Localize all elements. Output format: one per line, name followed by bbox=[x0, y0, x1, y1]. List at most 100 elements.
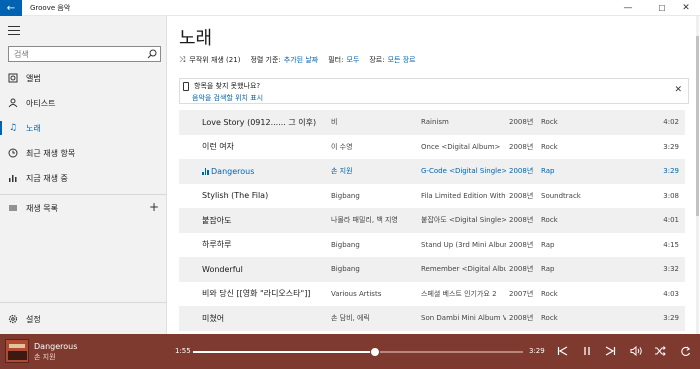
table-row[interactable]: Dangerous 손 지원 G-Code <Digital Single> 2… bbox=[179, 159, 685, 184]
song-year: 2008년 bbox=[509, 118, 534, 127]
hamburger-menu-icon[interactable] bbox=[8, 26, 20, 36]
song-artist[interactable]: 비 bbox=[331, 117, 411, 127]
song-artist[interactable]: Bigbang bbox=[331, 192, 411, 200]
close-icon[interactable]: ✕ bbox=[674, 85, 682, 95]
table-row[interactable]: 이런 여자 이 수영 Once <Digital Album> 2008년 Ro… bbox=[179, 135, 685, 160]
notice-banner: 항목을 찾지 못했나요? 음악을 검색할 위치 표시 ✕ bbox=[179, 78, 689, 104]
page-title: 노래 bbox=[179, 28, 213, 49]
song-album[interactable]: Fila Limited Edition With Bi bbox=[421, 192, 506, 200]
seek-bar-fill bbox=[193, 351, 375, 353]
table-row[interactable]: Stylish (The Fila) Bigbang Fila Limited … bbox=[179, 184, 685, 209]
notice-title: 항목을 찾지 못했나요? bbox=[194, 82, 261, 90]
clock-icon bbox=[8, 148, 18, 158]
song-artist[interactable]: 나몰라 패밀리, 백 지영 bbox=[331, 215, 411, 225]
table-row[interactable]: Love Story (0912...... 그 이후) 비 Rainism 2… bbox=[179, 110, 685, 135]
table-row[interactable]: 미쳤어 손 담비, 에릭 Son Dambi Mini Album Vo 200… bbox=[179, 306, 685, 331]
gear-icon bbox=[8, 314, 18, 324]
filter-label: 필터: bbox=[328, 56, 344, 64]
shuffle-button[interactable] bbox=[651, 342, 669, 360]
now-playing-title[interactable]: Dangerous bbox=[34, 342, 77, 351]
sidebar-divider bbox=[0, 194, 167, 195]
song-album[interactable]: 붙잡아도 <Digital Single> bbox=[421, 215, 506, 225]
sort-dropdown[interactable]: 추가된 날짜 bbox=[284, 55, 318, 65]
song-artist[interactable]: Various Artists bbox=[331, 290, 411, 298]
next-button[interactable] bbox=[601, 342, 619, 360]
sidebar-item-albums[interactable]: 앨범 bbox=[0, 68, 167, 88]
song-artist[interactable]: 손 담비, 에릭 bbox=[331, 313, 411, 323]
song-album[interactable]: G-Code <Digital Single> bbox=[421, 167, 506, 175]
song-album[interactable]: 스페셜 베스트 인기가요 2 bbox=[421, 289, 506, 299]
song-artist[interactable]: 이 수영 bbox=[331, 142, 411, 152]
album-art[interactable] bbox=[5, 339, 29, 363]
seek-handle[interactable] bbox=[369, 347, 380, 357]
seek-bar[interactable] bbox=[193, 347, 523, 357]
total-time: 3:29 bbox=[529, 347, 545, 355]
song-title: Stylish (The Fila) bbox=[202, 191, 269, 201]
sidebar-item-label: 지금 재생 중 bbox=[26, 173, 68, 183]
song-genre: Soundtrack bbox=[541, 191, 581, 200]
song-artist[interactable]: Bigbang bbox=[331, 241, 411, 249]
sidebar-item-recent[interactable]: 최근 재생 항목 bbox=[0, 143, 167, 163]
song-album[interactable]: Remember <Digital Album bbox=[421, 265, 506, 273]
search-box bbox=[8, 46, 161, 62]
song-year: 2008년 bbox=[509, 216, 534, 225]
scrollbar[interactable] bbox=[696, 16, 699, 334]
now-playing-artist[interactable]: 손 지원 bbox=[34, 352, 56, 362]
genre-label: 장르: bbox=[369, 56, 385, 64]
sidebar-item-settings[interactable]: 설정 bbox=[0, 309, 167, 329]
main-content: 노래 ⤨ 무작위 재생 (21) 정렬 기준: 추가된 날짜 필터: 모두 장르… bbox=[167, 16, 700, 334]
shuffle-icon[interactable]: ⤨ bbox=[179, 55, 185, 65]
show-music-locations-link[interactable]: 음악을 검색할 위치 표시 bbox=[192, 93, 263, 103]
song-title: Dangerous bbox=[211, 166, 255, 176]
scrollbar-thumb[interactable] bbox=[696, 36, 699, 216]
sidebar-item-songs[interactable]: ♫ 노래 bbox=[0, 118, 167, 138]
song-album[interactable]: Once <Digital Album> bbox=[421, 143, 506, 151]
song-album[interactable]: Stand Up (3rd Mini Album) bbox=[421, 241, 506, 249]
sidebar-item-artists[interactable]: 아티스트 bbox=[0, 93, 167, 113]
back-arrow-icon: ← bbox=[6, 2, 16, 14]
search-input[interactable] bbox=[9, 47, 139, 61]
genre-dropdown[interactable]: 모든 장르 bbox=[388, 55, 416, 65]
song-year: 2007년 bbox=[509, 289, 534, 298]
previous-button[interactable] bbox=[553, 342, 571, 360]
sidebar-item-label: 최근 재생 항목 bbox=[26, 148, 76, 158]
song-album[interactable]: Son Dambi Mini Album Vo bbox=[421, 314, 506, 322]
volume-button[interactable] bbox=[627, 342, 645, 360]
volume-icon bbox=[630, 346, 642, 356]
sidebar-item-label: 앨범 bbox=[26, 73, 41, 83]
sidebar-item-label: 노래 bbox=[26, 123, 41, 133]
song-title: Wonderful bbox=[202, 264, 243, 274]
song-genre: Rock bbox=[541, 216, 558, 225]
phone-icon bbox=[183, 82, 189, 91]
song-title: 하루하루 bbox=[202, 240, 232, 250]
sidebar-item-label: 아티스트 bbox=[26, 98, 56, 108]
album-icon bbox=[8, 73, 18, 83]
close-button[interactable]: ✕ bbox=[672, 0, 700, 16]
table-row[interactable]: Wonderful Bigbang Remember <Digital Albu… bbox=[179, 257, 685, 282]
song-genre: Rock bbox=[541, 142, 558, 151]
sidebar-item-playlists[interactable]: 재생 목록 + bbox=[0, 198, 167, 218]
song-duration: 4:15 bbox=[663, 240, 679, 249]
shuffle-all-button[interactable]: 무작위 재생 (21) bbox=[189, 55, 240, 65]
filter-dropdown[interactable]: 모두 bbox=[346, 55, 359, 65]
song-duration: 4:03 bbox=[663, 289, 679, 298]
song-year: 2008년 bbox=[509, 314, 534, 323]
song-album[interactable]: Rainism bbox=[421, 118, 506, 126]
next-icon bbox=[605, 346, 615, 356]
song-artist[interactable]: 손 지원 bbox=[331, 166, 411, 176]
song-duration: 3:29 bbox=[663, 142, 679, 151]
table-row[interactable]: 비와 당신 [[영화 "라디오스타"]] Various Artists 스페셜… bbox=[179, 282, 685, 307]
song-artist[interactable]: Bigbang bbox=[331, 265, 411, 273]
add-playlist-button[interactable]: + bbox=[149, 201, 159, 213]
table-row[interactable]: 하루하루 Bigbang Stand Up (3rd Mini Album) 2… bbox=[179, 233, 685, 258]
search-icon[interactable] bbox=[147, 49, 157, 59]
pause-button[interactable] bbox=[578, 342, 596, 360]
song-duration: 3:29 bbox=[663, 314, 679, 323]
sidebar: 앨범 아티스트 ♫ 노래 최근 재생 항목 지금 재생 중 재생 목록 + 설정 bbox=[0, 16, 167, 334]
back-button[interactable]: ← bbox=[0, 0, 22, 16]
repeat-button[interactable] bbox=[676, 342, 694, 360]
sidebar-item-now-playing[interactable]: 지금 재생 중 bbox=[0, 168, 167, 188]
table-row[interactable]: 붙잡아도 나몰라 패밀리, 백 지영 붙잡아도 <Digital Single>… bbox=[179, 208, 685, 233]
playlist-icon bbox=[8, 203, 18, 213]
minimize-button[interactable]: — bbox=[614, 0, 642, 16]
